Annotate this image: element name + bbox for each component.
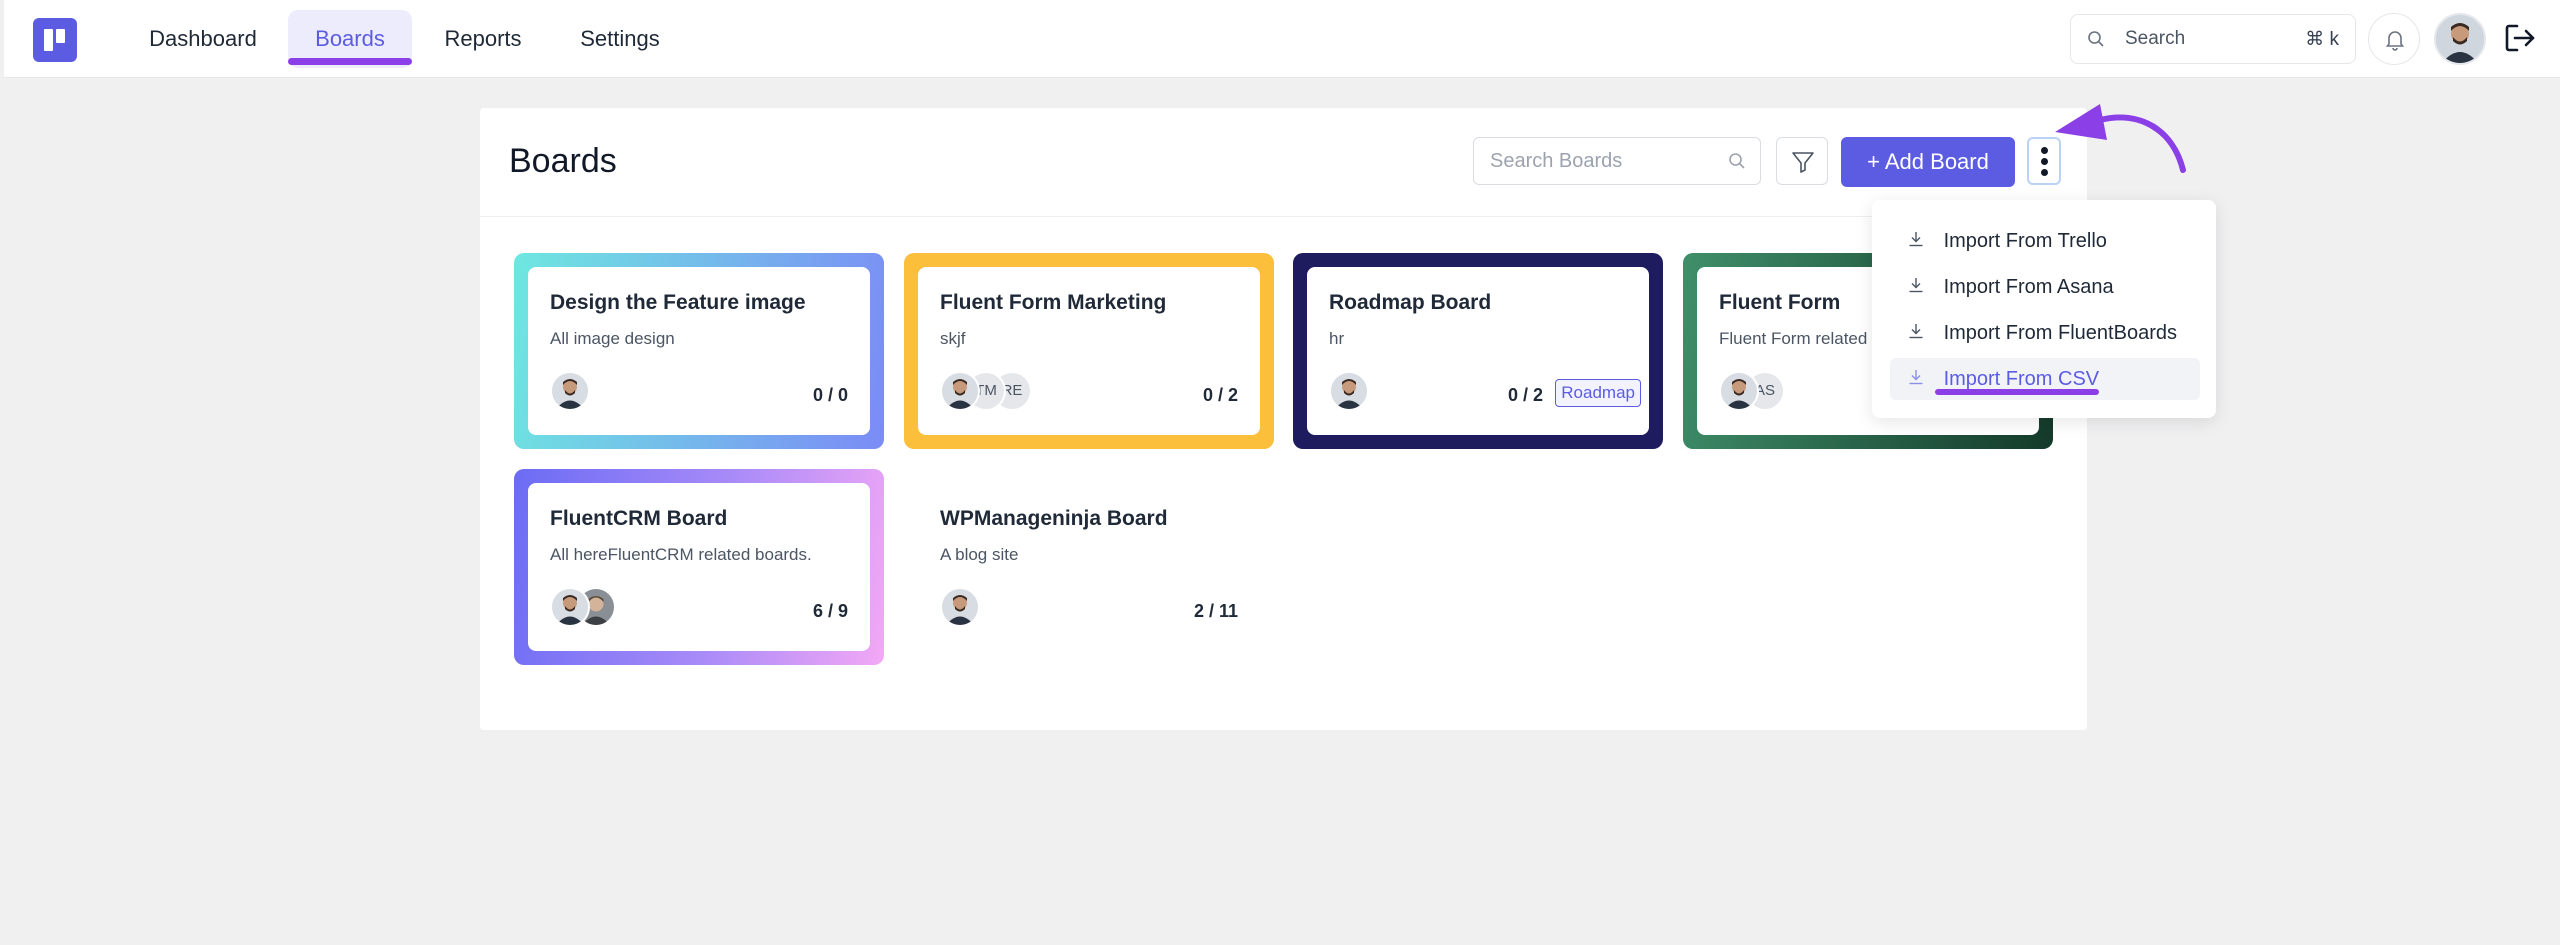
task-count: 0 / 0 <box>812 385 848 405</box>
search-shortcut: ⌘ k <box>2305 28 2339 50</box>
filter-icon <box>1792 152 1814 173</box>
board-card-body: Design the Feature image All image desig… <box>528 267 870 435</box>
board-card[interactable]: Fluent Form Marketing skjf TM RE 0 / 2 <box>904 253 1274 449</box>
user-avatar[interactable] <box>2434 13 2486 65</box>
member-photo-icon <box>552 373 588 409</box>
active-nav-highlight <box>288 58 412 65</box>
board-tag: Roadmap <box>1555 379 1641 407</box>
bell-icon <box>2385 31 2405 51</box>
board-card[interactable]: Roadmap Board hr 0 / 2 Roadmap <box>1293 253 1663 449</box>
boards-header: Boards Search Boards + Add Board <box>480 108 2087 217</box>
board-title: Roadmap Board <box>1329 291 1492 314</box>
search-icon <box>2088 31 2104 47</box>
board-title: Fluent Form Marketing <box>940 291 1167 314</box>
member-avatar <box>940 587 980 627</box>
menu-item-label: Import From Trello <box>1943 230 2107 252</box>
board-description: A blog site <box>940 545 1019 564</box>
board-title: Design the Feature image <box>550 291 806 314</box>
board-card[interactable]: FluentCRM Board All hereFluentCRM relate… <box>514 469 884 665</box>
member-photo-icon <box>1331 373 1367 409</box>
member-photo-icon <box>1721 373 1757 409</box>
annotation-arrow-icon <box>2055 104 2186 173</box>
download-icon <box>1909 370 1923 385</box>
board-description: All hereFluentCRM related boards. <box>550 545 812 564</box>
member-photo-icon <box>942 373 978 409</box>
logout-button[interactable] <box>2502 20 2538 56</box>
member-avatar <box>550 371 590 411</box>
logout-icon <box>2505 24 2535 52</box>
menu-item-import-fluentboards[interactable]: Import From FluentBoards <box>1890 312 2200 354</box>
board-description: All image design <box>550 329 675 348</box>
global-search[interactable]: Search ⌘ k <box>2070 14 2356 64</box>
nav-reports[interactable]: Reports <box>430 10 536 68</box>
app-logo[interactable] <box>33 18 77 62</box>
user-photo-icon <box>2436 15 2484 63</box>
menu-item-import-asana[interactable]: Import From Asana <box>1890 266 2200 308</box>
annotation-underline <box>1935 389 2099 395</box>
page-title: Boards <box>509 142 617 180</box>
task-count: 2 / 11 <box>1193 601 1238 621</box>
board-card[interactable]: Design the Feature image All image desig… <box>514 253 884 449</box>
member-avatar <box>550 587 590 627</box>
board-title: FluentCRM Board <box>550 507 728 530</box>
notifications-button[interactable] <box>2368 13 2420 65</box>
board-card-body: Fluent Form Marketing skjf TM RE 0 / 2 <box>918 267 1260 435</box>
import-menu: Import From Trello Import From Asana Imp… <box>1872 200 2216 418</box>
member-photo-icon <box>942 589 978 625</box>
board-description: hr <box>1329 329 1345 348</box>
task-count: 0 / 2 <box>1507 385 1543 405</box>
logo-icon <box>44 29 65 51</box>
board-card-body: Roadmap Board hr 0 / 2 Roadmap <box>1307 267 1649 435</box>
board-search-placeholder: Search Boards <box>1490 150 1623 172</box>
task-count: 0 / 2 <box>1202 385 1238 405</box>
global-search-label: Search <box>2125 28 2186 49</box>
board-card-body: FluentCRM Board All hereFluentCRM relate… <box>528 483 870 651</box>
member-avatar <box>940 371 980 411</box>
filter-button[interactable] <box>1776 137 1828 185</box>
menu-item-label: Import From CSV <box>1943 368 2100 390</box>
board-description: Fluent Form related <box>1719 329 1868 348</box>
task-count: 6 / 9 <box>812 601 848 621</box>
download-icon <box>1909 278 1923 293</box>
board-title: WPManageninja Board <box>940 507 1168 530</box>
search-icon <box>1729 153 1745 169</box>
download-icon <box>1909 232 1923 247</box>
member-avatar <box>1719 371 1759 411</box>
board-search-input[interactable]: Search Boards <box>1473 137 1761 185</box>
menu-item-label: Import From Asana <box>1943 276 2114 298</box>
member-photo-icon <box>552 589 588 625</box>
board-card-body: WPManageninja Board A blog site 2 / 11 <box>918 483 1260 651</box>
board-description: skjf <box>940 329 966 348</box>
board-card[interactable]: WPManageninja Board A blog site 2 / 11 <box>904 469 1274 665</box>
board-title: Fluent Form <box>1719 291 1841 314</box>
nav-dashboard[interactable]: Dashboard <box>136 10 270 68</box>
download-icon <box>1909 324 1923 339</box>
menu-item-import-trello[interactable]: Import From Trello <box>1890 220 2200 262</box>
menu-item-label: Import From FluentBoards <box>1943 322 2177 344</box>
top-navigation-bar: Dashboard Boards Reports Settings Search… <box>0 0 2560 78</box>
add-board-button[interactable]: + Add Board <box>1841 137 2015 187</box>
member-avatar <box>1329 371 1369 411</box>
nav-settings[interactable]: Settings <box>560 10 680 68</box>
